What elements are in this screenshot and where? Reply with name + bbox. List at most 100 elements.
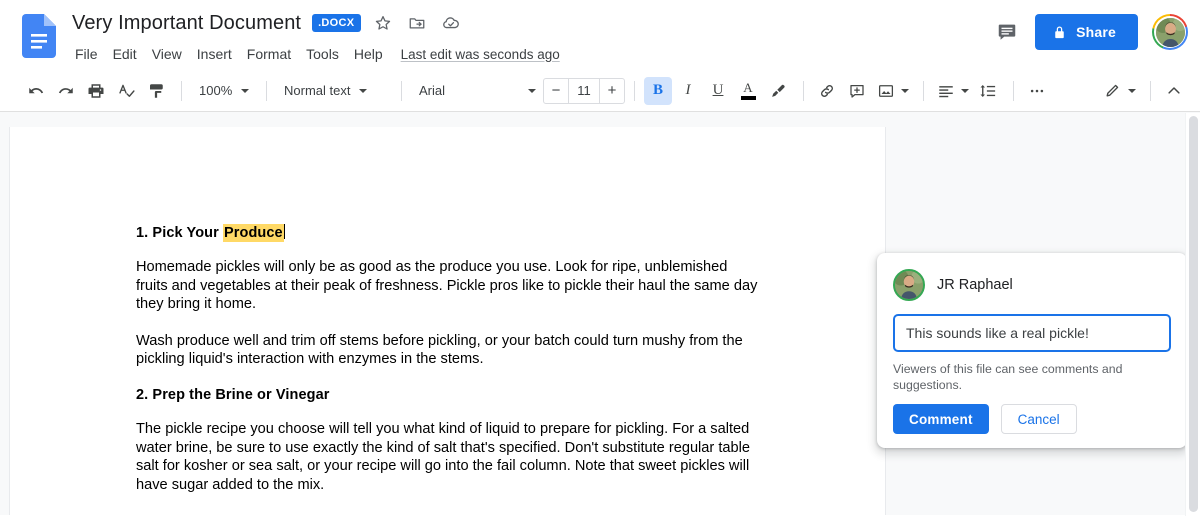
- text-cursor: [283, 224, 286, 239]
- document-paragraph-3: The pickle recipe you choose will tell y…: [136, 420, 750, 493]
- heading-1-highlighted-word: Produce: [223, 224, 284, 242]
- comment-author-row: JR Raphael: [893, 269, 1171, 301]
- cloud-saved-icon[interactable]: [439, 11, 463, 35]
- document-heading-1: 1. Pick Your Produce: [136, 224, 775, 242]
- bold-button[interactable]: B: [644, 76, 672, 105]
- underline-label: U: [712, 82, 724, 98]
- title-row: Very Important Document ​.DOCX: [72, 8, 560, 38]
- menu-item-help[interactable]: Help: [347, 43, 390, 65]
- text-color-label: A: [743, 79, 753, 95]
- paint-format-icon[interactable]: [142, 77, 170, 105]
- paragraph-style-select[interactable]: Normal text: [276, 78, 392, 104]
- commenter-avatar: [893, 269, 925, 301]
- document-page[interactable]: 1. Pick Your Produce Homemade pickles wi…: [9, 127, 886, 515]
- bold-label: B: [652, 82, 663, 98]
- align-select[interactable]: [933, 78, 974, 104]
- align-left-icon: [937, 82, 955, 100]
- zoom-level-select[interactable]: 100%: [191, 78, 257, 104]
- toolbar-divider: [634, 80, 635, 101]
- font-size-decrease-button[interactable]: −: [544, 79, 568, 103]
- toolbar-right-group: [1099, 70, 1190, 112]
- undo-icon[interactable]: [22, 77, 50, 105]
- menu-item-insert[interactable]: Insert: [190, 43, 239, 65]
- edit-mode-select[interactable]: [1099, 78, 1141, 104]
- menu-item-format[interactable]: Format: [240, 43, 298, 65]
- toolbar-divider: [803, 80, 804, 101]
- menu-bar: File Edit View Insert Format Tools Help …: [72, 40, 560, 68]
- avatar-photo: [1155, 17, 1185, 47]
- comment-actions: Comment Cancel: [893, 404, 1171, 434]
- page-title[interactable]: Very Important Document: [72, 12, 301, 35]
- chevron-down-icon: [960, 86, 970, 96]
- line-spacing-icon[interactable]: [974, 77, 1002, 105]
- toolbar-divider: [266, 80, 267, 101]
- menu-item-tools[interactable]: Tools: [299, 43, 346, 65]
- toolbar-divider: [923, 80, 924, 101]
- chevron-down-icon: [358, 86, 368, 96]
- toolbar-divider: [401, 80, 402, 101]
- comment-input[interactable]: [893, 314, 1171, 352]
- comment-visibility-note: Viewers of this file can see comments an…: [893, 362, 1123, 392]
- text-color-button[interactable]: A: [734, 77, 762, 105]
- font-family-value: Arial: [419, 83, 446, 98]
- header-actions: Share: [989, 14, 1188, 50]
- document-canvas[interactable]: 1. Pick Your Produce Homemade pickles wi…: [0, 112, 1200, 515]
- heading-1-text: 1. Pick Your: [136, 225, 223, 241]
- spellcheck-icon[interactable]: [112, 77, 140, 105]
- new-comment-card[interactable]: JR Raphael Viewers of this file can see …: [877, 253, 1187, 448]
- toolbar-divider: [1150, 81, 1151, 101]
- redo-icon[interactable]: [52, 77, 80, 105]
- formatting-toolbar: 100% Normal text Arial − 11 + B I U A: [0, 70, 1200, 112]
- document-header: Very Important Document ​.DOCX: [0, 0, 1200, 70]
- zoom-level-value: 100%: [199, 83, 233, 98]
- last-edit-status[interactable]: Last edit was seconds ago: [401, 47, 560, 62]
- document-content[interactable]: 1. Pick Your Produce Homemade pickles wi…: [10, 127, 885, 494]
- text-color-swatch: [740, 95, 756, 100]
- star-icon[interactable]: [371, 11, 395, 35]
- move-to-folder-icon[interactable]: [405, 11, 429, 35]
- italic-button[interactable]: I: [674, 77, 702, 105]
- scrollbar-thumb[interactable]: [1189, 116, 1198, 512]
- insert-image-select[interactable]: [873, 78, 914, 104]
- title-and-menus: Very Important Document ​.DOCX: [72, 8, 560, 68]
- chevron-down-icon: [1127, 86, 1137, 96]
- lock-icon: [1052, 25, 1067, 40]
- chevron-up-icon[interactable]: [1160, 77, 1188, 105]
- print-icon[interactable]: [82, 77, 110, 105]
- chevron-down-icon: [900, 86, 910, 96]
- menu-item-file[interactable]: File: [72, 43, 105, 65]
- chevron-down-icon: [240, 86, 250, 96]
- comment-author-name: JR Raphael: [937, 277, 1013, 293]
- document-paragraph-2: Wash produce well and trim off stems bef…: [136, 332, 743, 368]
- font-size-increase-button[interactable]: +: [600, 79, 624, 103]
- google-docs-logo-icon[interactable]: [22, 14, 56, 58]
- insert-link-icon[interactable]: [813, 77, 841, 105]
- more-options-icon[interactable]: [1023, 77, 1051, 105]
- document-paragraph-1: Homemade pickles will only be as good as…: [136, 259, 758, 313]
- share-button[interactable]: Share: [1035, 14, 1138, 50]
- format-badge: ​.DOCX: [312, 14, 362, 32]
- paragraph-style-value: Normal text: [284, 83, 351, 98]
- toolbar-divider: [181, 80, 182, 101]
- highlight-pen-icon[interactable]: [764, 77, 792, 105]
- toolbar-divider: [1013, 80, 1014, 101]
- font-family-select[interactable]: Arial: [411, 78, 541, 104]
- document-heading-2: 2. Prep the Brine or Vinegar: [136, 386, 330, 403]
- comment-cancel-button[interactable]: Cancel: [1000, 404, 1077, 434]
- chevron-down-icon: [527, 86, 537, 96]
- comment-history-icon[interactable]: [989, 14, 1025, 50]
- menu-item-view[interactable]: View: [145, 43, 189, 65]
- share-button-label: Share: [1076, 24, 1116, 40]
- menu-item-edit[interactable]: Edit: [106, 43, 144, 65]
- font-size-stepper: − 11 +: [543, 77, 625, 104]
- avatar[interactable]: [1152, 14, 1188, 50]
- insert-image-icon: [877, 82, 895, 100]
- font-size-input[interactable]: 11: [568, 78, 600, 103]
- italic-label: I: [685, 82, 691, 98]
- add-comment-icon[interactable]: [843, 77, 871, 105]
- vertical-scrollbar[interactable]: [1185, 113, 1200, 516]
- google-docs-window: Very Important Document ​.DOCX: [0, 0, 1200, 516]
- underline-button[interactable]: U: [704, 77, 732, 105]
- edit-pencil-icon: [1103, 82, 1121, 100]
- comment-submit-button[interactable]: Comment: [893, 404, 989, 434]
